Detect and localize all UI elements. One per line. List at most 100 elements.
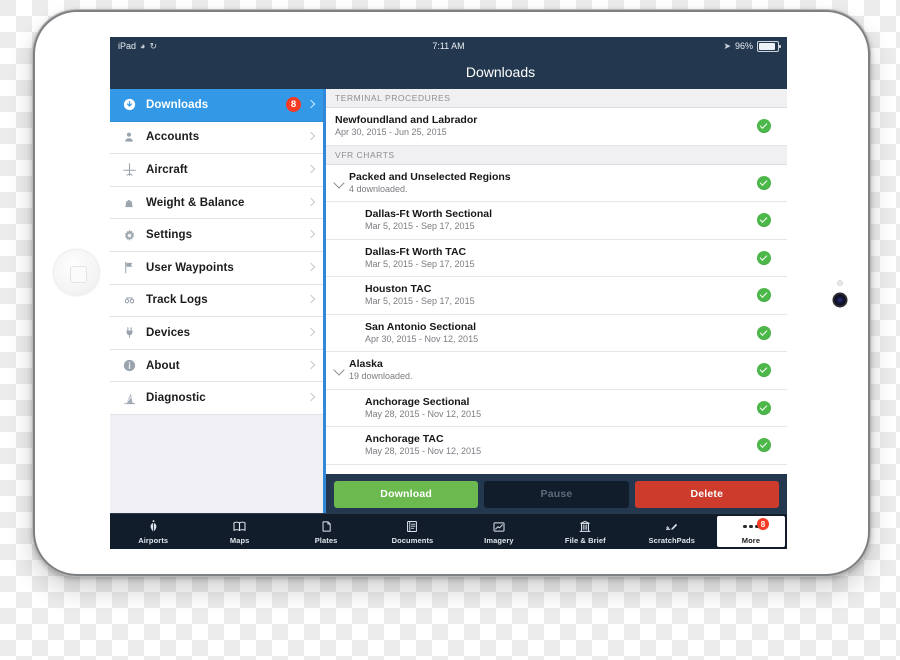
sidebar-item-label: Aircraft xyxy=(146,163,188,176)
tab-documents[interactable]: Documents xyxy=(369,514,455,549)
sidebar-item-downloads[interactable]: Downloads 8 xyxy=(110,89,323,122)
row-title: Packed and Unselected Regions xyxy=(349,170,511,183)
plug-icon xyxy=(118,323,140,343)
download-group-row[interactable]: Packed and Unselected Regions 4 downloade… xyxy=(326,164,787,202)
row-subtitle: 19 downloaded. xyxy=(349,371,413,382)
tab-label: File & Brief xyxy=(564,536,606,545)
home-button[interactable] xyxy=(53,249,100,296)
downloaded-check-icon xyxy=(757,325,771,340)
tab-more[interactable]: More 8 xyxy=(716,516,785,547)
sidebar-item-label: User Waypoints xyxy=(146,261,234,274)
sidebar-item-label: Devices xyxy=(146,326,191,339)
sidebar-item-label: Downloads xyxy=(146,98,209,111)
downloads-list[interactable]: TERMINAL PROCEDURES Newfoundland and Labr… xyxy=(326,89,787,474)
sidebar-item-track-logs[interactable]: Track Logs xyxy=(110,284,323,318)
detail-pane: TERMINAL PROCEDURES Newfoundland and Labr… xyxy=(323,89,787,514)
row-title: Dallas-Ft Worth TAC xyxy=(365,245,467,258)
sidebar-item-about[interactable]: About xyxy=(110,349,323,383)
tab-imagery[interactable]: Imagery xyxy=(456,514,542,549)
row-subtitle: Apr 30, 2015 - Nov 12, 2015 xyxy=(365,333,479,344)
sidebar-item-settings[interactable]: Settings xyxy=(110,219,323,252)
sidebar-badge: 8 xyxy=(286,97,301,113)
tab-scratchpads[interactable]: ScratchPads xyxy=(629,514,715,549)
downloaded-check-icon xyxy=(757,400,771,415)
ellipsis-icon xyxy=(743,518,759,535)
chart-icon xyxy=(491,518,507,535)
nav-bar: Downloads xyxy=(110,55,787,89)
document-icon xyxy=(405,518,419,535)
sidebar-item-weight-balance[interactable]: Weight & Balance xyxy=(110,186,323,220)
row-title: Anchorage TAC xyxy=(365,433,444,446)
download-row[interactable]: Houston TAC Mar 5, 2015 - Sep 17, 2015 xyxy=(326,277,787,315)
tab-badge: 8 xyxy=(756,518,769,530)
tab-maps[interactable]: Maps xyxy=(196,514,282,549)
sidebar-item-accounts[interactable]: Accounts xyxy=(110,121,323,155)
chevron-right-icon xyxy=(306,327,316,337)
battery-icon xyxy=(757,40,781,52)
row-title: Alaska xyxy=(349,358,383,371)
map-icon xyxy=(231,518,248,535)
status-time: 7:11 AM xyxy=(432,41,465,51)
tab-plates[interactable]: Plates xyxy=(283,514,369,549)
sidebar-item-devices[interactable]: Devices xyxy=(110,317,323,350)
row-title: San Antonio Sectional xyxy=(365,320,477,333)
front-camera xyxy=(834,294,846,306)
building-icon xyxy=(578,518,592,535)
flag-icon xyxy=(118,258,140,278)
row-title: Anchorage Sectional xyxy=(365,395,470,408)
section-header: TERMINAL PROCEDURES xyxy=(326,89,787,108)
home-button-square-icon xyxy=(69,265,87,283)
ipad-device: iPad ◕ ↻ 7:11 AM ➤ 96% Downloads Downloa… xyxy=(33,10,870,576)
sidebar-item-label: Accounts xyxy=(146,131,200,144)
row-subtitle: Mar 5, 2015 - Sep 17, 2015 xyxy=(365,258,475,269)
tab-label: More xyxy=(741,536,761,545)
diagnostic-icon xyxy=(118,388,140,408)
download-row[interactable]: Anchorage Sectional May 28, 2015 - Nov 12… xyxy=(326,389,787,427)
pause-button[interactable]: Pause xyxy=(484,480,629,508)
row-title: Newfoundland and Labrador xyxy=(335,114,478,127)
row-subtitle: May 28, 2015 - Nov 12, 2015 xyxy=(365,408,482,419)
tab-airports[interactable]: Airports xyxy=(110,514,196,549)
sidebar-item-label: Track Logs xyxy=(146,294,208,307)
download-row[interactable]: San Antonio Sectional Apr 30, 2015 - Nov … xyxy=(326,314,787,352)
section-header: VFR CHARTS xyxy=(326,145,787,165)
download-row[interactable]: Anchorage TAC May 28, 2015 - Nov 12, 2015 xyxy=(326,427,787,465)
tab-label: Maps xyxy=(229,536,250,545)
tab-bar: Airports Maps Plates Documents Imagery File &… xyxy=(110,513,787,549)
sidebar-item-label: Diagnostic xyxy=(146,392,206,405)
tab-file-brief[interactable]: File & Brief xyxy=(542,514,628,549)
plate-icon xyxy=(320,518,333,535)
tab-label: ScratchPads xyxy=(648,536,696,545)
sidebar-item-user-waypoints[interactable]: User Waypoints xyxy=(110,251,323,285)
chevron-right-icon xyxy=(306,295,316,304)
chevron-right-icon xyxy=(306,132,316,141)
chevron-down-icon[interactable] xyxy=(333,177,345,189)
row-title: Houston TAC xyxy=(365,283,432,296)
download-row[interactable]: Dallas-Ft Worth Sectional Mar 5, 2015 - S… xyxy=(326,202,787,240)
download-group-row[interactable]: Alaska 19 downloaded. xyxy=(326,352,787,390)
row-subtitle: Mar 5, 2015 - Sep 17, 2015 xyxy=(365,221,475,232)
download-row[interactable]: Dallas-Ft Worth TAC Mar 5, 2015 - Sep 17,… xyxy=(326,239,787,277)
delete-button[interactable]: Delete xyxy=(634,480,779,508)
sidebar-item-aircraft[interactable]: Aircraft xyxy=(110,154,323,187)
ambient-light-sensor xyxy=(837,280,843,286)
row-title: Dallas-Ft Worth Sectional xyxy=(365,208,492,221)
airplane-icon xyxy=(118,160,140,180)
chevron-right-icon xyxy=(306,164,316,174)
sidebar-empty-area xyxy=(110,415,323,514)
downloaded-check-icon xyxy=(757,250,771,265)
downloaded-check-icon xyxy=(757,175,771,190)
sidebar-item-diagnostic[interactable]: Diagnostic xyxy=(110,382,323,415)
sidebar-item-label: Settings xyxy=(146,229,193,242)
row-subtitle: 4 downloaded. xyxy=(349,183,408,194)
chevron-right-icon xyxy=(306,360,316,369)
row-subtitle: Apr 30, 2015 - Jun 25, 2015 xyxy=(335,127,447,138)
chevron-right-icon xyxy=(306,392,316,402)
chevron-right-icon xyxy=(306,229,316,239)
chevron-right-icon xyxy=(306,262,316,272)
download-button[interactable]: Download xyxy=(334,480,479,508)
page-title: Downloads xyxy=(465,64,536,80)
download-circle-icon xyxy=(118,95,140,115)
chevron-down-icon[interactable] xyxy=(333,364,345,376)
download-row[interactable]: Newfoundland and Labrador Apr 30, 2015 - … xyxy=(326,108,787,146)
